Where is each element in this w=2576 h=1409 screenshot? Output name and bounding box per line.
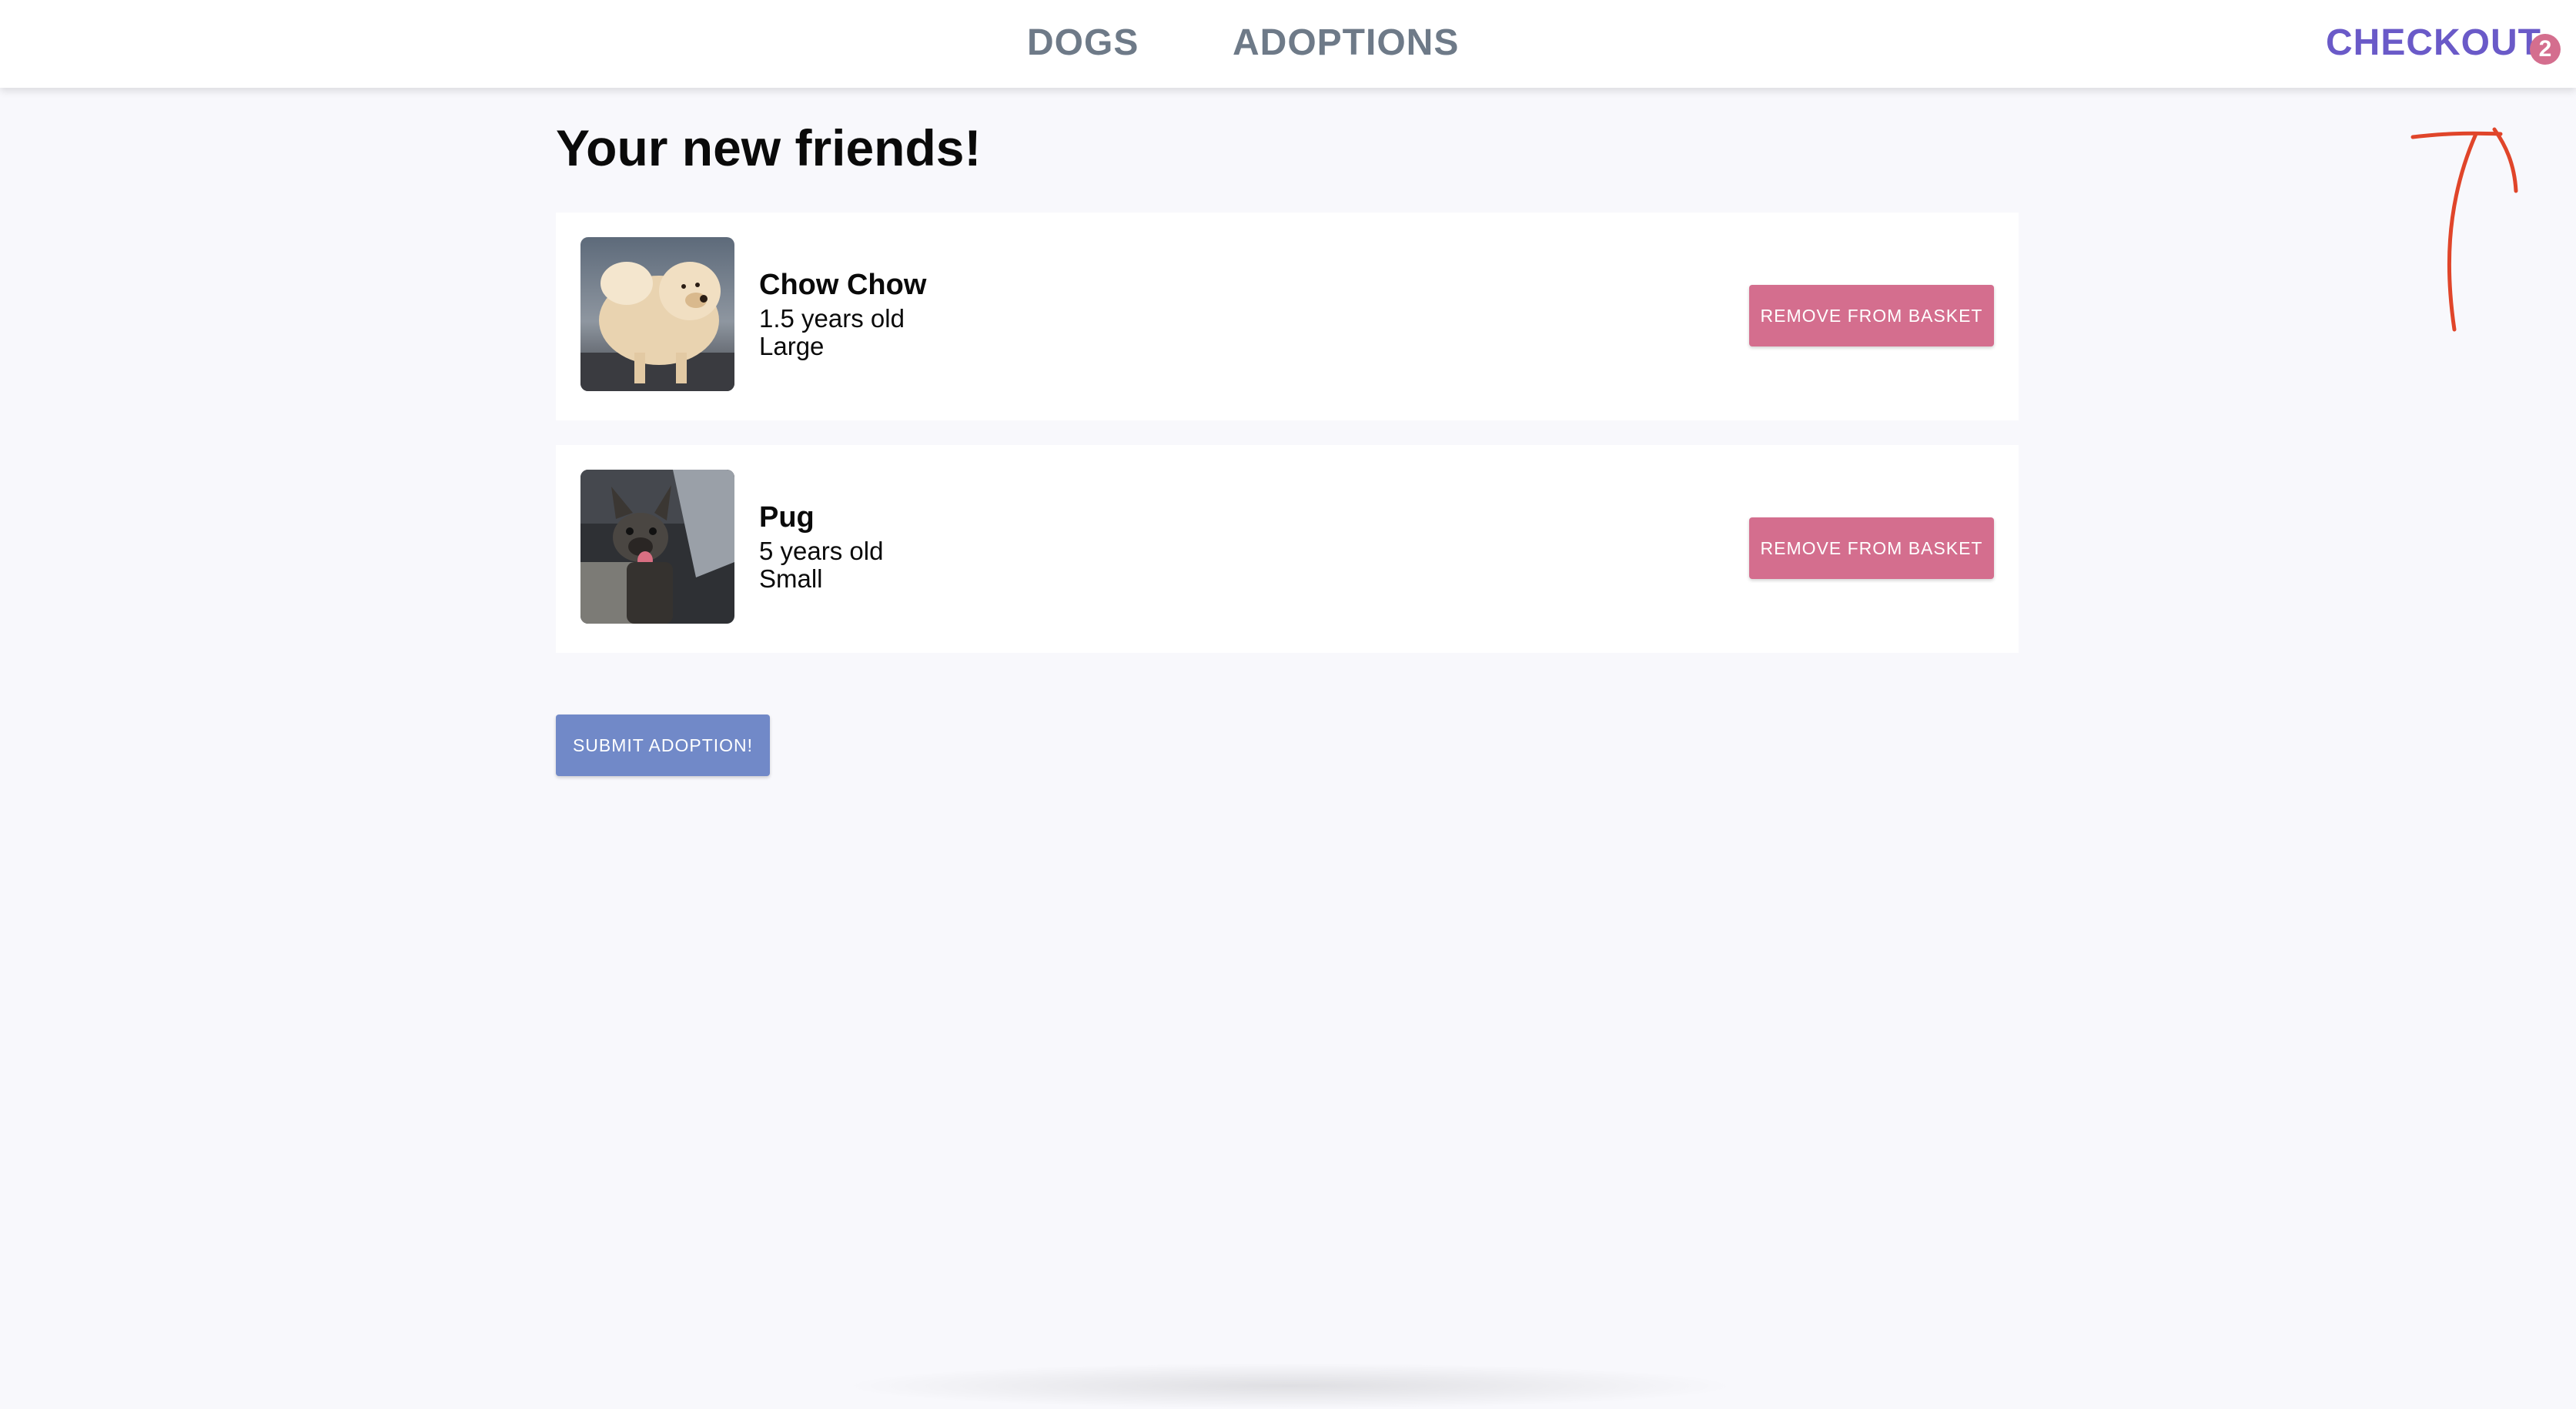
dog-name: Pug [759, 501, 815, 534]
checkout-count-badge: 2 [2530, 34, 2561, 65]
submit-adoption-button[interactable]: SUBMIT ADOPTION! [556, 715, 770, 776]
dog-age: 1.5 years old [759, 304, 905, 333]
dog-size: Large [759, 332, 825, 360]
remove-from-basket-button[interactable]: REMOVE FROM BASKET [1749, 285, 1994, 346]
remove-from-basket-button[interactable]: REMOVE FROM BASKET [1749, 517, 1994, 579]
page-title: Your new friends! [556, 119, 982, 176]
nav-adoptions-link[interactable]: ADOPTIONS [1233, 22, 1459, 65]
bottom-shadow-decoration [839, 1363, 1740, 1409]
dog-size: Small [759, 564, 823, 593]
arrow-up-annotation-icon [2410, 127, 2518, 332]
dog-photo [580, 470, 734, 624]
nav-dogs-link[interactable]: DOGS [1027, 22, 1139, 65]
basket-item-card: Pug 5 years old Small REMOVE FROM BASKET [556, 445, 2019, 653]
dog-photo [580, 237, 734, 391]
nav-checkout-link[interactable]: CHECKOUT [2326, 22, 2541, 65]
dog-age: 5 years old [759, 537, 884, 565]
dog-name: Chow Chow [759, 269, 927, 301]
top-navbar: DOGS ADOPTIONS CHECKOUT 2 [0, 0, 2576, 88]
basket-item-card: Chow Chow 1.5 years old Large REMOVE FRO… [556, 213, 2019, 420]
